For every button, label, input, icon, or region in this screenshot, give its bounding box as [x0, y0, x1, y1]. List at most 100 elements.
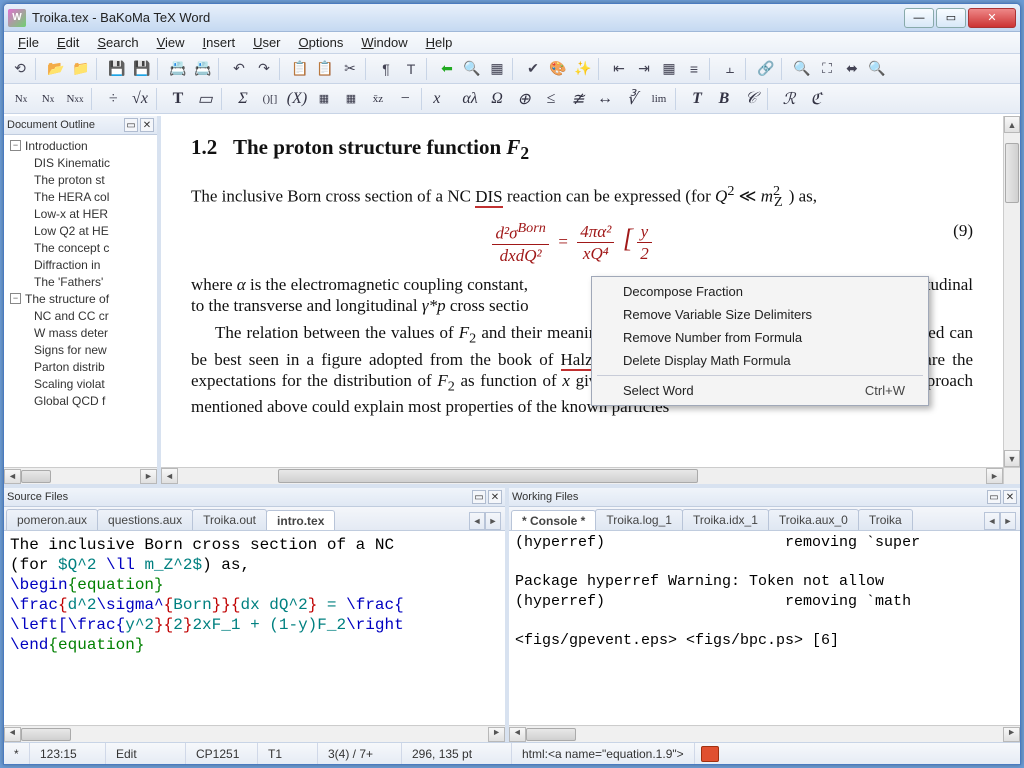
context-menu-item[interactable]: Remove Number from Formula [595, 326, 925, 349]
supsub-icon[interactable]: Nxx [62, 87, 88, 111]
tab[interactable]: intro.tex [266, 510, 335, 531]
outline-item[interactable]: −The structure of [4, 290, 157, 307]
working-close-icon[interactable]: ✕ [1003, 490, 1017, 504]
overline-icon[interactable]: x̄z [365, 87, 391, 111]
outline-item[interactable]: Global QCD f [4, 392, 157, 409]
outline-item[interactable]: DIS Kinematic [4, 154, 157, 171]
tab[interactable]: Troika.out [192, 509, 267, 530]
close-button[interactable]: ✕ [968, 8, 1016, 28]
zoomout-icon[interactable]: 🔍 [790, 57, 814, 81]
menu-view[interactable]: View [149, 33, 193, 52]
saveall-icon[interactable]: 💾 [130, 57, 154, 81]
table-icon[interactable]: ▦ [657, 57, 681, 81]
menu-window[interactable]: Window [353, 33, 415, 52]
R-icon[interactable]: ℛ [776, 87, 802, 111]
outline-item[interactable]: W mass deter [4, 324, 157, 341]
tab[interactable]: * Console * [511, 510, 596, 531]
outline-item[interactable]: The concept c [4, 239, 157, 256]
find-icon[interactable]: 🔍 [460, 57, 484, 81]
outline-tree[interactable]: −IntroductionDIS KinematicThe proton stT… [4, 135, 157, 467]
tab[interactable]: Troika.idx_1 [682, 509, 769, 530]
doc-hscroll[interactable]: ◄► [161, 467, 1003, 484]
menu-search[interactable]: Search [89, 33, 146, 52]
tab[interactable]: Troika.aux_0 [768, 509, 859, 530]
outline-item[interactable]: The 'Fathers' [4, 273, 157, 290]
menu-user[interactable]: User [245, 33, 288, 52]
outline-item[interactable]: Parton distrib [4, 358, 157, 375]
menu-file[interactable]: File [10, 33, 47, 52]
tab[interactable]: pomeron.aux [6, 509, 98, 530]
outline-hscroll[interactable]: ◄► [4, 467, 157, 484]
context-menu-item[interactable]: Delete Display Math Formula [595, 349, 925, 372]
bold-t-icon[interactable]: T [165, 87, 191, 111]
back-icon[interactable]: ⬅ [435, 57, 459, 81]
console-hscroll[interactable]: ◄► [509, 725, 1020, 742]
sqrt-icon[interactable]: √x [127, 87, 153, 111]
console-output[interactable]: (hyperref) removing `super Package hyper… [509, 531, 1020, 742]
open2-icon[interactable]: 📁 [69, 57, 93, 81]
paren2-icon[interactable]: (X) [284, 87, 310, 111]
outline-item[interactable]: The HERA col [4, 188, 157, 205]
redo-icon[interactable]: ↷ [252, 57, 276, 81]
neq-icon[interactable]: ≇ [565, 87, 591, 111]
para-icon[interactable]: ¶ [374, 57, 398, 81]
matrix-icon[interactable]: ▦ [311, 87, 337, 111]
undo-icon[interactable]: ↶ [227, 57, 251, 81]
outline-item[interactable]: Low-x at HER [4, 205, 157, 222]
vec-icon[interactable]: x⃗ [430, 87, 456, 111]
new-icon[interactable]: ✨ [571, 57, 595, 81]
paste-icon[interactable]: 📋 [313, 57, 337, 81]
minus-icon[interactable]: − [392, 87, 418, 111]
outline-item[interactable]: Signs for new [4, 341, 157, 358]
list-icon[interactable]: ≡ [682, 57, 706, 81]
context-menu-item[interactable]: Remove Variable Size Delimiters [595, 303, 925, 326]
oplus-icon[interactable]: ⊕ [511, 87, 537, 111]
frac-icon[interactable]: ÷ [100, 87, 126, 111]
C-icon[interactable]: 𝒞 [738, 87, 764, 111]
sub-icon[interactable]: Nx [35, 87, 61, 111]
Cfrak-icon[interactable]: ℭ [803, 87, 829, 111]
arrow-icon[interactable]: ↔ [592, 87, 618, 111]
tab-nav-icon[interactable]: ◄ [469, 512, 485, 530]
menu-help[interactable]: Help [418, 33, 461, 52]
leq-icon[interactable]: ≤ [538, 87, 564, 111]
B-icon[interactable]: B [711, 87, 737, 111]
menu-insert[interactable]: Insert [195, 33, 244, 52]
menu-options[interactable]: Options [291, 33, 352, 52]
indent-icon[interactable]: ⇤ [607, 57, 631, 81]
tab[interactable]: Troika.log_1 [595, 509, 683, 530]
minimize-button[interactable]: ― [904, 8, 934, 28]
fitw-icon[interactable]: ⬌ [840, 57, 864, 81]
source-close-icon[interactable]: ✕ [488, 490, 502, 504]
tab[interactable]: questions.aux [97, 509, 193, 530]
spell-icon[interactable]: ✔ [521, 57, 545, 81]
palette-icon[interactable]: 🎨 [546, 57, 570, 81]
source-editor[interactable]: The inclusive Born cross section of a NC… [4, 531, 505, 742]
sup-icon[interactable]: Nx [8, 87, 34, 111]
doc-vscroll[interactable]: ▲▼ [1003, 116, 1020, 467]
outline-item[interactable]: Diffraction in [4, 256, 157, 273]
source-hscroll[interactable]: ◄► [4, 725, 505, 742]
box-icon[interactable]: ▭ [192, 87, 218, 111]
print-icon[interactable]: 📇 [166, 57, 190, 81]
link-icon[interactable]: 🔗 [754, 57, 778, 81]
lim-icon[interactable]: lim [646, 87, 672, 111]
maximize-button[interactable]: ▭ [936, 8, 966, 28]
omega-icon[interactable]: Ω [484, 87, 510, 111]
outline-item[interactable]: −Introduction [4, 137, 157, 154]
equation[interactable]: (9) d²σBorndxdQ² = 4πα²xQ⁴ [ y2 [191, 220, 973, 266]
goto-icon[interactable]: ▦ [485, 57, 509, 81]
save-icon[interactable]: 💾 [105, 57, 129, 81]
tree-collapse-icon[interactable]: − [10, 293, 21, 304]
zoomin-icon[interactable]: 🔍 [865, 57, 889, 81]
source-pin-icon[interactable]: ▭ [472, 490, 486, 504]
matrix2-icon[interactable]: ▦ [338, 87, 364, 111]
tree-collapse-icon[interactable]: − [10, 140, 21, 151]
outline-pin-icon[interactable]: ▭ [124, 118, 138, 132]
forall-icon[interactable]: ∛ [619, 87, 645, 111]
outline-item[interactable]: NC and CC cr [4, 307, 157, 324]
align-icon[interactable]: ⫠ [718, 57, 742, 81]
T-icon[interactable]: T [684, 87, 710, 111]
outline-item[interactable]: Scaling violat [4, 375, 157, 392]
outline-close-icon[interactable]: ✕ [140, 118, 154, 132]
